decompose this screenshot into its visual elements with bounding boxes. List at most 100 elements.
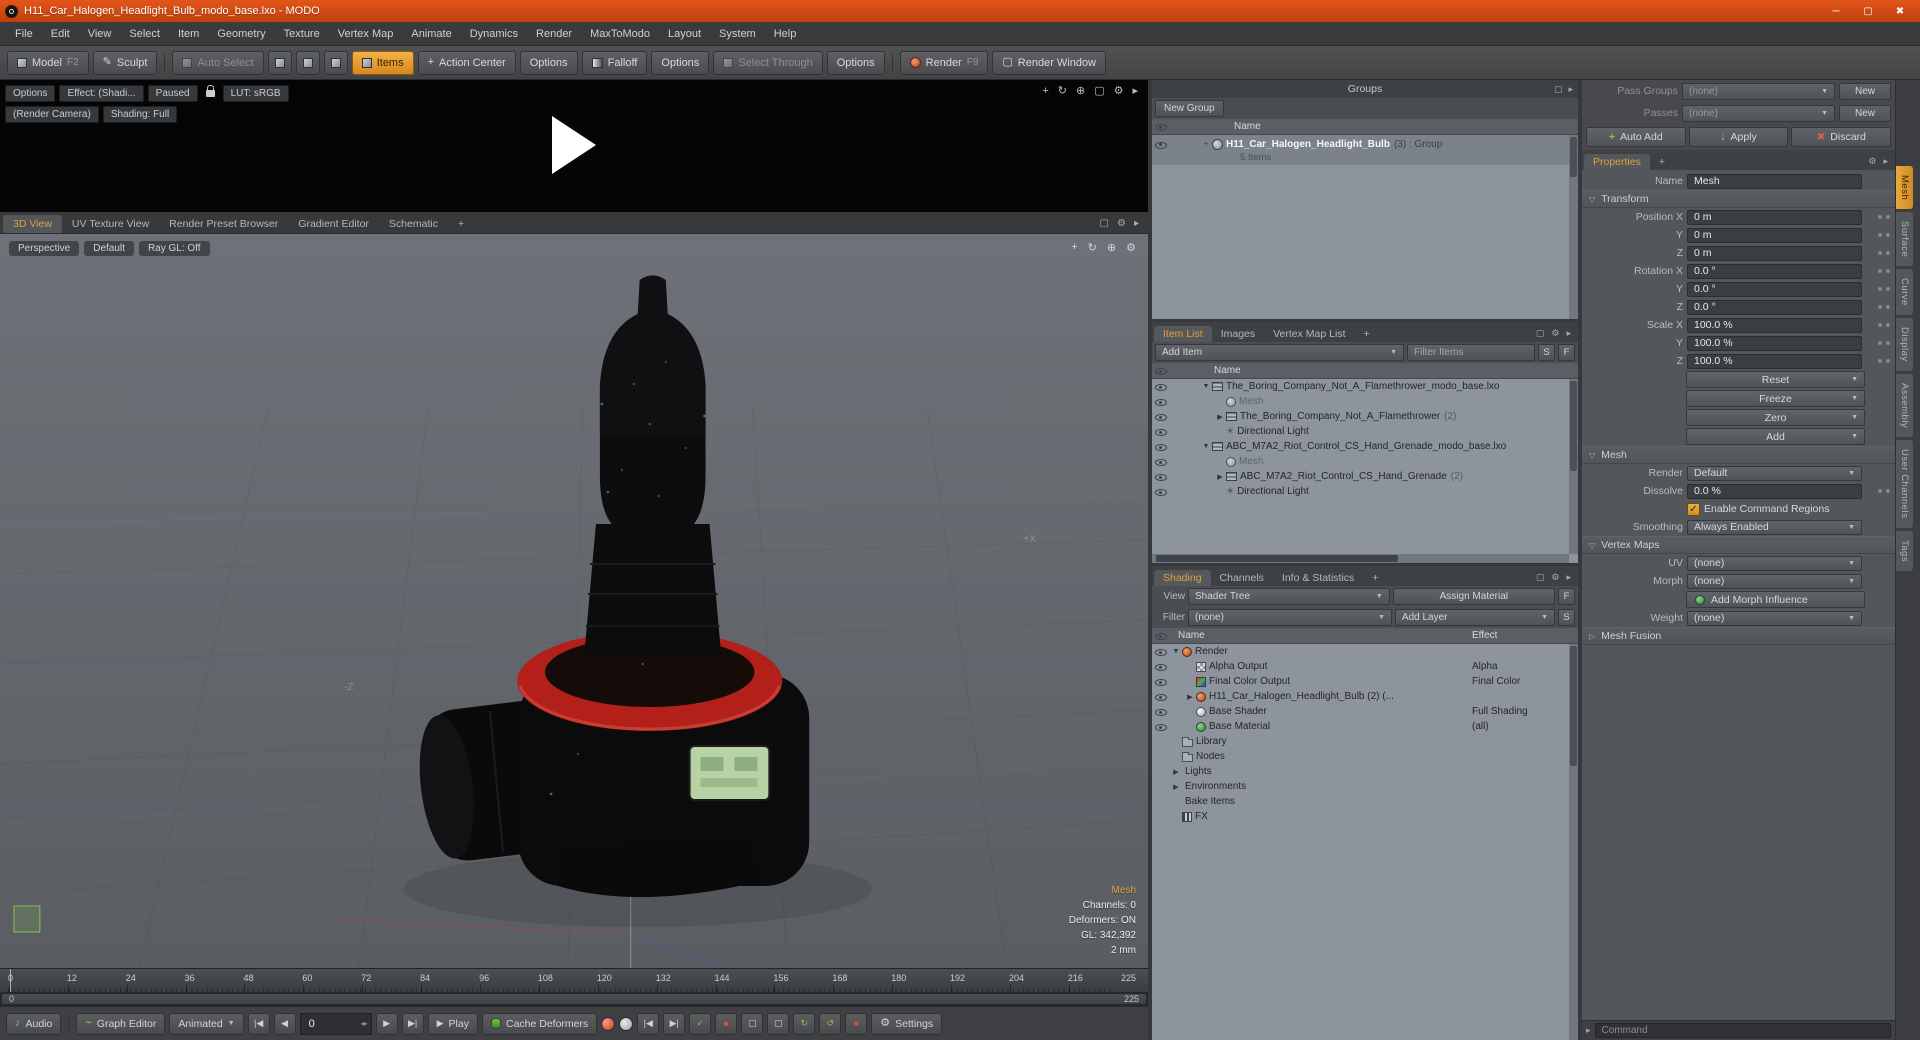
shader-row[interactable]: ▶ Lights <box>1152 764 1578 779</box>
menu-geometry[interactable]: Geometry <box>208 24 274 44</box>
shader-row[interactable]: ▶ H11_Car_Halogen_Headlight_Bulb (2) (..… <box>1152 689 1578 704</box>
expand-icon[interactable]: ▶ <box>1184 693 1196 701</box>
viewport-perspective-button[interactable]: Perspective <box>9 241 80 256</box>
scale-x-field[interactable]: 100.0 % <box>1687 317 1862 333</box>
tab-properties[interactable]: Properties <box>1584 154 1650 170</box>
tab-schematic[interactable]: Schematic <box>379 215 448 233</box>
preview-shading-button[interactable]: Shading: Full <box>102 106 178 123</box>
current-frame-field[interactable]: 0 ◂▸ <box>299 1012 372 1035</box>
maximize-panel-icon[interactable]: ▢ <box>1094 84 1104 97</box>
filters-button[interactable]: F <box>1558 344 1575 361</box>
prev-key-button[interactable]: |◀ <box>637 1012 660 1035</box>
eye-icon[interactable] <box>1155 456 1167 467</box>
flyout-icon[interactable]: ▸ <box>1568 84 1573 95</box>
tab-render-preset-browser[interactable]: Render Preset Browser <box>159 215 288 233</box>
timeline[interactable]: 0 12 24 36 48 60 72 84 96 108 120 132 14… <box>0 968 1148 1006</box>
flyout-icon[interactable]: ▸ <box>1134 218 1139 229</box>
edge-tab-display[interactable]: Display <box>1896 318 1913 371</box>
new-pass-group-button[interactable]: New <box>1839 82 1891 100</box>
eye-icon[interactable] <box>1155 139 1167 150</box>
item-row[interactable]: ▼ The_Boring_Company_Not_A_Flamethrower_… <box>1152 379 1578 394</box>
menu-edit[interactable]: Edit <box>42 24 79 44</box>
preview-lut-button[interactable]: LUT: sRGB <box>222 85 289 102</box>
minimize-button[interactable]: ─ <box>1821 2 1851 20</box>
sculpt-mode-button[interactable]: ✎ Sculpt <box>92 50 158 75</box>
loop-button[interactable]: ↻ <box>793 1012 816 1035</box>
tab-shading[interactable]: Shading <box>1154 570 1211 586</box>
falloff-options-button[interactable]: Options <box>651 50 710 75</box>
eye-icon[interactable] <box>1155 646 1167 657</box>
shader-tree-dropdown[interactable]: Shader Tree ▼ <box>1188 588 1390 605</box>
action-center-options-button[interactable]: Options <box>519 50 578 75</box>
menu-maxtomodo[interactable]: MaxToModo <box>581 24 659 44</box>
expand-icon[interactable]: ▶ <box>1214 473 1226 481</box>
maximize-panel-icon[interactable]: ▢ <box>1100 218 1109 229</box>
select-through-options-button[interactable]: Options <box>826 50 885 75</box>
stop-button[interactable]: ■ <box>845 1012 868 1035</box>
animated-dropdown[interactable]: Animated ▼ <box>169 1012 244 1035</box>
filter-dropdown[interactable]: (none) ▼ <box>1188 609 1392 626</box>
maximize-button[interactable]: ▢ <box>1853 2 1883 20</box>
item-list-hscrollbar[interactable] <box>1152 554 1569 563</box>
render-window-button[interactable]: ▢ Render Window <box>992 50 1107 75</box>
add-transform-button[interactable]: Add ▼ <box>1686 428 1865 445</box>
loop-back-button[interactable]: ↺ <box>819 1012 842 1035</box>
viewport-default-button[interactable]: Default <box>84 241 134 256</box>
item-list-scrollbar[interactable] <box>1569 379 1578 554</box>
auto-add-button[interactable]: + Auto Add <box>1586 127 1686 147</box>
add-morph-influence-button[interactable]: Add Morph Influence <box>1686 591 1865 608</box>
zoom-icon[interactable]: ⊕ <box>1076 84 1085 97</box>
falloff-button[interactable]: Falloff <box>581 50 648 75</box>
groups-scrollbar[interactable] <box>1569 135 1578 319</box>
eye-icon[interactable] <box>1155 411 1167 422</box>
prev-frame-button[interactable]: ◀ <box>273 1012 296 1035</box>
command-flyout-icon[interactable]: ▸ <box>1586 1025 1591 1036</box>
add-layer-dropdown[interactable]: Add Layer ▼ <box>1394 609 1555 626</box>
dissolve-field[interactable]: 0.0 % <box>1687 483 1862 499</box>
edge-tab-assembly[interactable]: Assembly <box>1896 373 1913 438</box>
go-to-start-button[interactable]: |◀ <box>247 1012 270 1035</box>
item-row[interactable]: ☀ Directional Light <box>1152 424 1578 439</box>
eye-icon[interactable] <box>1155 661 1167 672</box>
render-button[interactable]: Render F9 <box>899 50 989 75</box>
play-button[interactable]: ▶ Play <box>427 1012 478 1035</box>
items-mode-button[interactable]: Items <box>351 50 414 75</box>
weight-dropdown[interactable]: (none) ▼ <box>1687 610 1862 626</box>
auto-key-button[interactable] <box>601 1016 616 1031</box>
eye-icon[interactable] <box>1155 396 1167 407</box>
new-pass-button[interactable]: New <box>1839 104 1891 122</box>
pan-icon[interactable]: + <box>1071 241 1077 254</box>
flyout-icon[interactable]: ▸ <box>1883 156 1888 167</box>
render-preview[interactable]: Options Effect: (Shadi... Paused LUT: sR… <box>0 80 1148 212</box>
mesh-section-header[interactable]: ▽ Mesh <box>1582 446 1895 464</box>
maximize-panel-icon[interactable]: ▢ <box>1536 328 1545 339</box>
pan-icon[interactable]: + <box>1042 85 1048 97</box>
viewport-raygl-button[interactable]: Ray GL: Off <box>138 241 210 256</box>
menu-item[interactable]: Item <box>169 24 208 44</box>
expand-icon[interactable]: ▶ <box>1170 783 1182 791</box>
flyout-icon[interactable]: ▸ <box>1132 84 1138 97</box>
eye-icon[interactable] <box>1155 721 1167 732</box>
key-mode-button[interactable] <box>619 1016 634 1031</box>
eye-icon[interactable] <box>1155 676 1167 687</box>
record-button[interactable]: ● <box>715 1012 738 1035</box>
shader-row[interactable]: Base Material (all) ▼ <box>1152 719 1578 734</box>
item-row[interactable]: ▼ ABC_M7A2_Riot_Control_CS_Hand_Grenade_… <box>1152 439 1578 454</box>
timeline-ruler[interactable]: 0 12 24 36 48 60 72 84 96 108 120 132 14… <box>0 969 1148 993</box>
scopes-button[interactable]: S <box>1558 609 1575 626</box>
new-group-button[interactable]: New Group <box>1155 100 1224 117</box>
collapse-icon[interactable]: ▼ <box>1200 383 1212 390</box>
lock-icon[interactable] <box>205 85 215 97</box>
audio-button[interactable]: ♪ Audio <box>6 1012 62 1035</box>
add-tab-button[interactable]: + <box>1355 326 1379 342</box>
edge-tab-user-channels[interactable]: User Channels <box>1896 440 1913 528</box>
popout-a-button[interactable]: ▢ <box>741 1012 764 1035</box>
item-row[interactable]: ▶ The_Boring_Company_Not_A_Flamethrower(… <box>1152 409 1578 424</box>
auto-select-button[interactable]: Auto Select <box>172 50 264 75</box>
shader-row[interactable]: FX <box>1152 809 1578 824</box>
transform-section-header[interactable]: ▽ Transform <box>1582 190 1895 208</box>
gear-icon[interactable]: ⚙ <box>1551 572 1559 583</box>
maximize-panel-icon[interactable]: ▢ <box>1554 84 1563 95</box>
enable-command-regions-checkbox[interactable]: ✓ <box>1687 502 1700 516</box>
scopes-button[interactable]: S <box>1538 344 1555 361</box>
